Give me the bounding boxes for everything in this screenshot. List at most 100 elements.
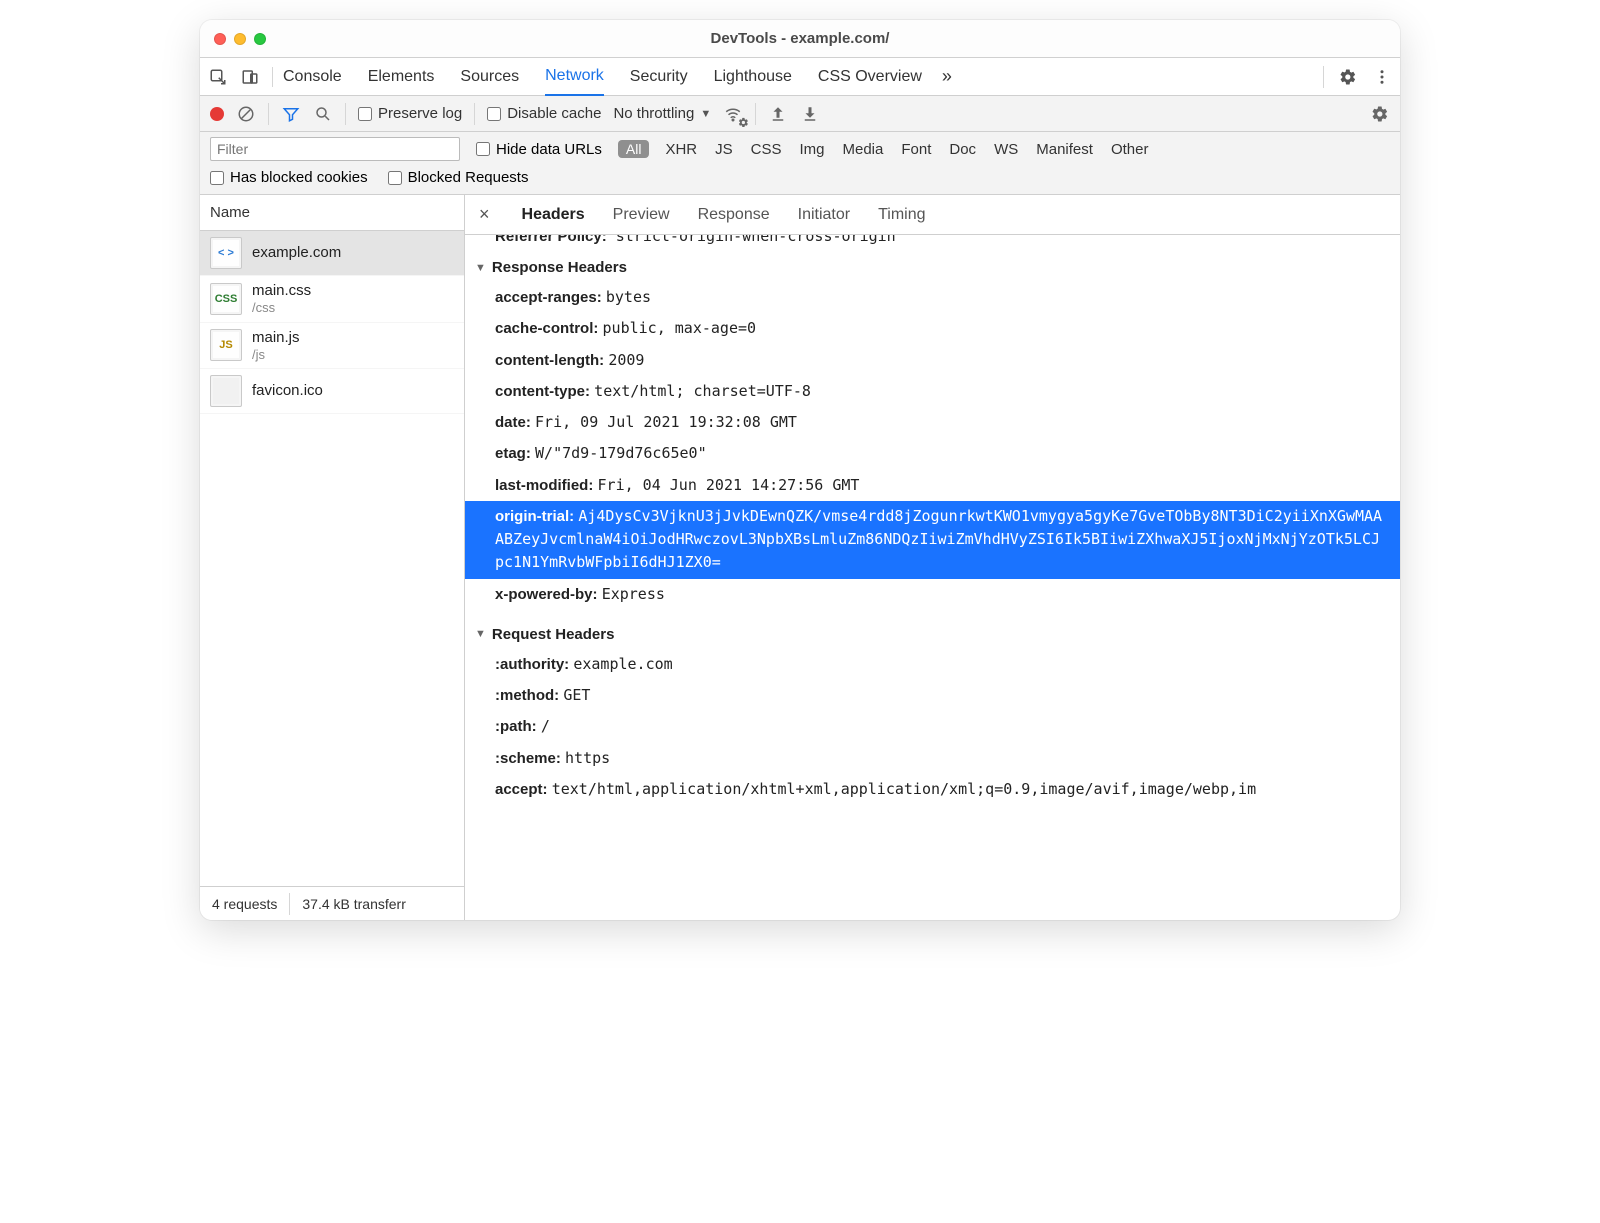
filter-type-manifest[interactable]: Manifest — [1036, 141, 1093, 158]
filter-input[interactable] — [210, 137, 460, 161]
tab-css-overview[interactable]: CSS Overview — [818, 58, 922, 95]
request-path: /css — [252, 300, 311, 316]
window-minimize-button[interactable] — [234, 33, 246, 45]
header-value: text/html,application/xhtml+xml,applicat… — [552, 780, 1256, 798]
filter-type-ws[interactable]: WS — [994, 141, 1018, 158]
request-header-row[interactable]: accept: text/html,application/xhtml+xml,… — [465, 774, 1400, 805]
panel-settings-icon[interactable] — [1370, 104, 1390, 124]
request-row[interactable]: JS main.js/js — [200, 323, 464, 370]
detail-tab-preview[interactable]: Preview — [613, 195, 670, 234]
settings-icon[interactable] — [1338, 67, 1358, 87]
header-key: :path: — [495, 718, 541, 735]
response-header-row[interactable]: etag: W/"7d9-179d76c65e0" — [465, 438, 1400, 469]
preserve-log-checkbox[interactable]: Preserve log — [358, 105, 462, 122]
device-toggle-icon[interactable] — [240, 67, 260, 87]
throttling-select[interactable]: No throttling ▼ — [613, 105, 711, 122]
filter-icon[interactable] — [281, 104, 301, 124]
tab-lighthouse[interactable]: Lighthouse — [714, 58, 792, 95]
header-key: x-powered-by: — [495, 586, 602, 603]
request-row[interactable]: favicon.ico — [200, 369, 464, 414]
detail-tabstrip: × Headers Preview Response Initiator Timing — [465, 195, 1400, 235]
headers-view[interactable]: Referrer Policy: strict-origin-when-cros… — [465, 235, 1400, 920]
header-value: GET — [563, 686, 590, 704]
header-value: W/"7d9-179d76c65e0" — [535, 444, 707, 462]
search-icon[interactable] — [313, 104, 333, 124]
has-blocked-cookies-checkbox[interactable]: Has blocked cookies — [210, 169, 368, 186]
request-header-row[interactable]: :path: / — [465, 711, 1400, 742]
header-key: :scheme: — [495, 750, 565, 767]
record-button[interactable] — [210, 107, 224, 121]
request-path: /js — [252, 347, 300, 363]
status-bar: 4 requests 37.4 kB transferr — [200, 886, 464, 920]
kebab-menu-icon[interactable] — [1372, 67, 1392, 87]
request-headers-section[interactable]: ▼ Request Headers — [465, 620, 1400, 649]
request-name: main.js — [252, 329, 300, 347]
tab-console[interactable]: Console — [283, 58, 342, 95]
inspect-icon[interactable] — [208, 67, 228, 87]
response-headers-section[interactable]: ▼ Response Headers — [465, 253, 1400, 282]
tab-elements[interactable]: Elements — [368, 58, 435, 95]
detail-tab-timing[interactable]: Timing — [878, 195, 925, 234]
devtools-window: DevTools - example.com/ Console Elements S… — [200, 20, 1400, 920]
divider — [1323, 66, 1324, 88]
request-header-row[interactable]: :scheme: https — [465, 743, 1400, 774]
request-row[interactable]: CSSmain.css/css — [200, 276, 464, 323]
header-value: Express — [602, 585, 665, 603]
blocked-requests-checkbox[interactable]: Blocked Requests — [388, 169, 529, 186]
header-key: last-modified: — [495, 477, 598, 494]
header-value: / — [541, 717, 550, 735]
clear-icon[interactable] — [236, 104, 256, 124]
filter-type-doc[interactable]: Doc — [949, 141, 976, 158]
window-title: DevTools - example.com/ — [200, 30, 1400, 47]
filter-type-xhr[interactable]: XHR — [665, 141, 697, 158]
network-toolbar: Preserve log Disable cache No throttling… — [200, 96, 1400, 132]
window-close-button[interactable] — [214, 33, 226, 45]
hide-data-urls-checkbox[interactable]: Hide data URLs — [476, 141, 602, 158]
status-request-count: 4 requests — [200, 896, 289, 912]
response-header-row[interactable]: last-modified: Fri, 04 Jun 2021 14:27:56… — [465, 470, 1400, 501]
detail-tab-headers[interactable]: Headers — [522, 195, 585, 234]
close-detail-button[interactable]: × — [479, 204, 490, 225]
upload-har-icon[interactable] — [768, 104, 788, 124]
throttling-value: No throttling — [613, 105, 694, 122]
filter-type-other[interactable]: Other — [1111, 141, 1149, 158]
filter-type-media[interactable]: Media — [843, 141, 884, 158]
window-titlebar: DevTools - example.com/ — [200, 20, 1400, 58]
tab-sources[interactable]: Sources — [460, 58, 519, 95]
detail-tab-response[interactable]: Response — [698, 195, 770, 234]
download-har-icon[interactable] — [800, 104, 820, 124]
window-maximize-button[interactable] — [254, 33, 266, 45]
filter-type-js[interactable]: JS — [715, 141, 733, 158]
header-key: :authority: — [495, 656, 573, 673]
tab-security[interactable]: Security — [630, 58, 688, 95]
status-transfer-size: 37.4 kB transferr — [290, 896, 418, 912]
request-header-row[interactable]: :method: GET — [465, 680, 1400, 711]
more-tabs-button[interactable]: » — [942, 58, 952, 95]
file-type-icon: JS — [210, 329, 242, 361]
header-key: etag: — [495, 445, 535, 462]
tab-network[interactable]: Network — [545, 59, 604, 96]
filter-type-img[interactable]: Img — [799, 141, 824, 158]
disable-cache-checkbox[interactable]: Disable cache — [487, 105, 601, 122]
header-referrer-policy: Referrer Policy: strict-origin-when-cros… — [465, 235, 1400, 253]
response-header-row[interactable]: accept-ranges: bytes — [465, 282, 1400, 313]
response-header-row[interactable]: content-length: 2009 — [465, 345, 1400, 376]
request-list-header[interactable]: Name — [200, 195, 464, 231]
detail-tab-initiator[interactable]: Initiator — [798, 195, 850, 234]
filter-type-font[interactable]: Font — [901, 141, 931, 158]
request-name: favicon.ico — [252, 382, 323, 400]
request-row[interactable]: < >example.com — [200, 231, 464, 276]
filter-type-css[interactable]: CSS — [751, 141, 782, 158]
header-value: Fri, 04 Jun 2021 14:27:56 GMT — [598, 476, 860, 494]
network-conditions-icon[interactable] — [723, 104, 743, 124]
response-header-row[interactable]: content-type: text/html; charset=UTF-8 — [465, 376, 1400, 407]
divider — [345, 103, 346, 125]
response-header-row[interactable]: origin-trial: Aj4DysCv3VjknU3jJvkDEwnQZK… — [465, 501, 1400, 579]
response-header-row[interactable]: x-powered-by: Express — [465, 579, 1400, 610]
request-header-row[interactable]: :authority: example.com — [465, 649, 1400, 680]
divider — [268, 103, 269, 125]
request-detail-panel: × HeadersPreviewResponseInitiatorTiming … — [465, 195, 1400, 920]
filter-type-all[interactable]: All — [618, 140, 650, 158]
response-header-row[interactable]: date: Fri, 09 Jul 2021 19:32:08 GMT — [465, 407, 1400, 438]
response-header-row[interactable]: cache-control: public, max-age=0 — [465, 313, 1400, 344]
